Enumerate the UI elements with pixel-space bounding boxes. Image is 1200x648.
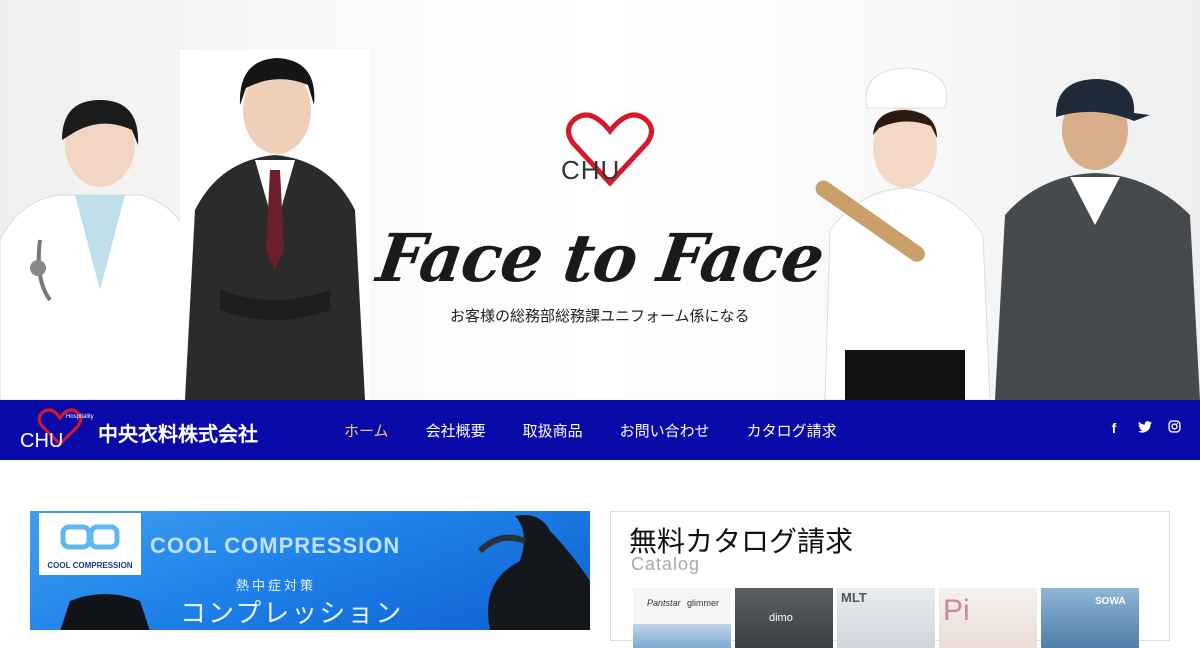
catalog-thumbnails: Pantstar glimmer dimo MLT Pi SOWA [633, 588, 1139, 648]
catalog-thumb-label: glimmer [687, 598, 720, 608]
hero-headline-text: Face to Face [372, 219, 829, 297]
hero-chu-logo: CHU [555, 105, 665, 195]
catalog-thumb-pantstar[interactable]: Pantstar glimmer [633, 588, 731, 648]
main-navbar: CHU Hospitality 中央衣料株式会社 ホーム 会社概要 取扱商品 お… [0, 400, 1200, 460]
catalog-subtitle: Catalog [631, 554, 701, 574]
company-name[interactable]: 中央衣料株式会社 [98, 418, 258, 447]
hero-banner: CHU Face to Face お客様の総務部総務課ユニフォーム係になる [0, 0, 1200, 400]
catalog-thumb-label: dimo [769, 612, 793, 624]
cool-compression-banner[interactable]: COOL COMPRESSION COOL COMPRESSION 熱中症対策 … [30, 511, 590, 630]
menu-item-products[interactable]: 取扱商品 [523, 420, 583, 441]
shirt-left-image [60, 594, 150, 630]
hero-headline: Face to Face [373, 215, 829, 305]
brand-logo[interactable]: CHU Hospitality [18, 406, 108, 454]
cool-compression-badge-label: COOL COMPRESSION [47, 561, 133, 570]
cool-compression-badge: COOL COMPRESSION [39, 513, 141, 575]
heat-stroke-label: 熱中症対策 [236, 579, 317, 594]
catalog-thumb-pi[interactable]: Pi [939, 588, 1037, 648]
shirt-right-image [477, 515, 590, 630]
catalog-thumb-label: MLT [841, 590, 867, 605]
hero-subline: お客様の総務部総務課ユニフォーム係になる [450, 307, 750, 325]
catalog-thumb-sowa[interactable]: SOWA [1041, 588, 1139, 648]
instagram-icon[interactable] [1168, 420, 1181, 436]
facebook-icon[interactable]: f [1108, 420, 1120, 436]
catalog-thumb-dimo[interactable]: dimo [735, 588, 833, 648]
catalog-thumb-label: Pantstar [647, 598, 681, 608]
cool-compression-title: COOL COMPRESSION [150, 533, 401, 558]
catalog-thumb-label: Pi [943, 594, 970, 627]
twitter-icon[interactable] [1138, 420, 1152, 436]
hero-logo-text: CHU [561, 155, 621, 185]
catalog-thumb-mlt[interactable]: MLT [837, 588, 935, 648]
main-menu: ホーム 会社概要 取扱商品 お問い合わせ カタログ請求 [344, 420, 874, 441]
brand-logo-text: CHU [20, 430, 64, 452]
chef-photo [815, 67, 991, 400]
businessman-photo [180, 50, 370, 400]
brand-logo-small-text: Hospitality [66, 414, 94, 420]
menu-item-company[interactable]: 会社概要 [426, 420, 486, 441]
cc-logo-icon [60, 524, 120, 550]
catalog-thumb-label: SOWA [1095, 596, 1126, 607]
catalog-request-panel[interactable]: 無料カタログ請求 Catalog Pantstar glimmer dimo M… [610, 511, 1170, 648]
menu-item-contact[interactable]: お問い合わせ [620, 420, 710, 441]
doctor-photo [0, 100, 210, 400]
social-links: f [1108, 420, 1181, 436]
menu-item-home[interactable]: ホーム [344, 420, 389, 441]
menu-item-catalog[interactable]: カタログ請求 [747, 420, 837, 441]
worker-photo [995, 79, 1200, 400]
compression-label: コンプレッション [180, 599, 404, 629]
